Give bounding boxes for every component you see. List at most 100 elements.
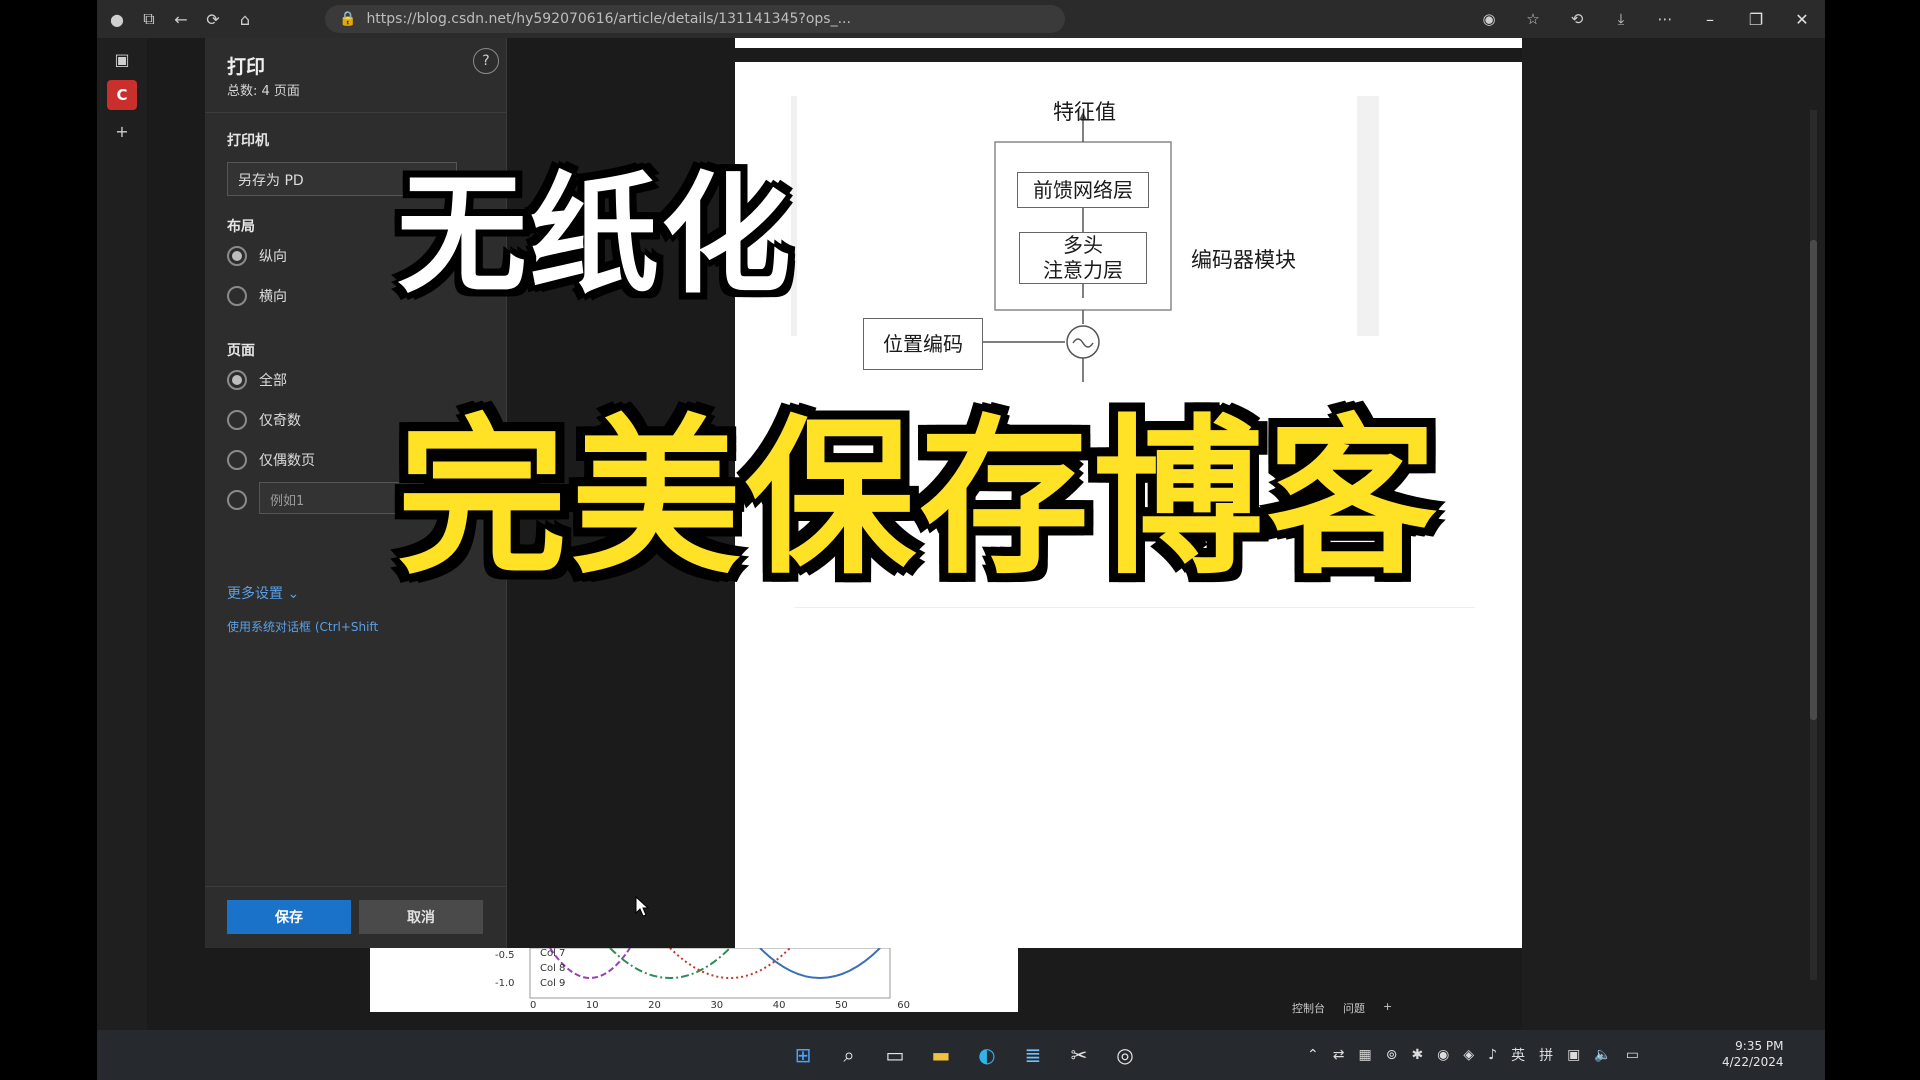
system-tray: ⌃ ⇄ ▦ ⊚ ✱ ◉ ◈ ♪ 英 拼 ▣ 🔈 ▭ — [1307, 1045, 1639, 1065]
diagram-ffn-box: 前馈网络层 — [1017, 172, 1149, 208]
divider — [205, 886, 507, 887]
layout-portrait-radio[interactable]: 纵向 — [227, 246, 287, 266]
history-icon[interactable]: ⟲ — [1555, 10, 1599, 28]
diagram-mha-line2: 注意力层 — [1043, 258, 1123, 282]
tray-app-icon[interactable]: ⇄ — [1333, 1047, 1345, 1063]
download-icon[interactable]: ⤓ — [1599, 10, 1643, 28]
refresh-icon[interactable]: ⟳ — [201, 7, 225, 31]
x-tick: 0 — [530, 1000, 537, 1011]
overlay-caption-line1: 无纸化 — [397, 159, 794, 311]
more-icon[interactable]: ⋯ — [1643, 10, 1687, 28]
taskbar: ⊞ ⌕ ▭ ▬ ◐ ≣ ✂ ◎ ⌃ ⇄ ▦ ⊚ ✱ ◉ ◈ ♪ 英 拼 ▣ 🔈 … — [97, 1030, 1825, 1080]
more-settings-link[interactable]: 更多设置 ⌄ — [227, 583, 299, 603]
layout-landscape-label: 横向 — [259, 289, 287, 305]
diagram-mha-box: 多头 注意力层 — [1019, 232, 1147, 284]
volume-icon[interactable]: 🔈 — [1594, 1047, 1611, 1063]
vertical-tab-strip: ▣ C + — [97, 38, 147, 1030]
radio-selected-icon — [227, 246, 247, 266]
help-icon[interactable]: ? — [473, 48, 499, 74]
address-bar[interactable]: 🔒 https://blog.csdn.net/hy592070616/arti… — [325, 5, 1065, 33]
clock-date: 4/22/2024 — [1722, 1055, 1784, 1069]
tray-app-icon[interactable]: ◈ — [1463, 1047, 1474, 1063]
new-tab-icon[interactable]: + — [107, 116, 137, 146]
scrollbar-thumb[interactable] — [1810, 240, 1817, 720]
devtools-tabs: 控制台 问题 + — [1292, 1000, 1392, 1016]
workspaces-icon[interactable]: ⧉ — [137, 7, 161, 31]
tab-issues[interactable]: 问题 — [1343, 1000, 1365, 1016]
legend-item: Col 7 — [540, 948, 566, 959]
ime-lang[interactable]: 英 — [1511, 1045, 1525, 1065]
extension-icon[interactable]: ◉ — [1467, 10, 1511, 28]
x-tick: 60 — [897, 1000, 910, 1011]
back-icon[interactable]: ← — [169, 7, 193, 31]
cancel-button[interactable]: 取消 — [359, 900, 483, 934]
search-icon[interactable]: ⌕ — [833, 1039, 865, 1071]
total-pages: 总数: 4 页面 — [227, 84, 300, 99]
radio-icon — [227, 410, 247, 430]
minimize-icon[interactable]: – — [1687, 10, 1733, 29]
x-tick: 20 — [648, 1000, 661, 1011]
close-icon[interactable]: ✕ — [1779, 10, 1825, 29]
restore-icon[interactable]: ❐ — [1733, 10, 1779, 29]
more-settings-label: 更多设置 — [227, 586, 283, 602]
tray-app-icon[interactable]: ◉ — [1437, 1047, 1449, 1063]
system-dialog-link[interactable]: 使用系统对话框 (Ctrl+Shift — [227, 618, 378, 635]
divider — [205, 112, 507, 113]
layout-landscape-radio[interactable]: 横向 — [227, 286, 287, 306]
chevron-down-icon: ⌄ — [287, 586, 300, 602]
mouse-cursor-icon — [635, 896, 649, 917]
diagram-mha-line1: 多头 — [1063, 233, 1103, 257]
notepad-icon[interactable]: ≣ — [1017, 1039, 1049, 1071]
task-view-icon[interactable]: ▭ — [879, 1039, 911, 1071]
add-tab-icon[interactable]: + — [1383, 1000, 1392, 1016]
tab-actions-icon[interactable]: ▣ — [107, 44, 137, 74]
previous-page-edge — [735, 38, 1522, 48]
mic-icon[interactable]: ♪ — [1488, 1047, 1497, 1063]
battery-icon[interactable]: ▭ — [1626, 1047, 1639, 1063]
pages-all-label: 全部 — [259, 373, 287, 389]
edge-icon[interactable]: ◐ — [971, 1039, 1003, 1071]
network-icon[interactable]: ▣ — [1567, 1047, 1580, 1063]
pages-all-radio[interactable]: 全部 — [227, 370, 287, 390]
windows-start-icon[interactable]: ⊞ — [787, 1039, 819, 1071]
lock-icon: 🔒 — [339, 11, 357, 27]
home-icon[interactable]: ⌂ — [233, 7, 257, 31]
print-title: 打印 — [227, 56, 266, 78]
tray-chevron-icon[interactable]: ⌃ — [1307, 1047, 1319, 1063]
x-tick: 10 — [585, 1000, 599, 1011]
address-url: https://blog.csdn.net/hy592070616/articl… — [366, 11, 851, 27]
clock[interactable]: 9:35 PM 4/22/2024 — [1722, 1038, 1784, 1070]
tray-app-icon[interactable]: ✱ — [1411, 1047, 1423, 1063]
background-chart: Col 7 Col 8 Col 9 -0.5 -1.0 0 10 20 30 4… — [370, 948, 1018, 1012]
y-tick: -0.5 — [495, 950, 515, 961]
file-explorer-icon[interactable]: ▬ — [925, 1039, 957, 1071]
pages-odd-label: 仅奇数 — [259, 413, 301, 429]
chart-legend: Col 7 Col 8 Col 9 — [540, 946, 565, 991]
profile-icon[interactable]: ● — [105, 7, 129, 31]
overlay-caption-line2: 完美保存博客 — [397, 400, 1442, 598]
collections-icon[interactable]: ☆ — [1511, 10, 1555, 28]
save-button[interactable]: 保存 — [227, 900, 351, 934]
pages-even-radio[interactable]: 仅偶数页 — [227, 450, 315, 470]
tab-console[interactable]: 控制台 — [1292, 1000, 1325, 1016]
tray-app-icon[interactable]: ▦ — [1358, 1047, 1371, 1063]
pages-even-label: 仅偶数页 — [259, 453, 315, 469]
clock-time: 9:35 PM — [1735, 1039, 1784, 1053]
diagram-ffn-label: 前馈网络层 — [1033, 177, 1133, 202]
printer-label: 打印机 — [227, 133, 269, 149]
tray-app-icon[interactable]: ⊚ — [1386, 1047, 1398, 1063]
taskbar-apps: ⊞ ⌕ ▭ ▬ ◐ ≣ ✂ ◎ — [787, 1039, 1141, 1071]
radio-icon — [227, 490, 247, 510]
pages-odd-radio[interactable]: 仅奇数 — [227, 410, 301, 430]
devtools-panel — [1522, 38, 1825, 1030]
diagram-pos-label: 位置编码 — [883, 331, 963, 356]
page-text-line — [795, 607, 1475, 608]
recorder-icon[interactable]: ◎ — [1109, 1039, 1141, 1071]
ime-mode[interactable]: 拼 — [1539, 1045, 1553, 1065]
diagram-top-label: 特征值 — [1053, 100, 1116, 124]
layout-portrait-label: 纵向 — [259, 249, 287, 265]
pages-custom-radio[interactable] — [227, 490, 259, 510]
capcut-icon[interactable]: ✂ — [1063, 1039, 1095, 1071]
csdn-tab-icon[interactable]: C — [107, 80, 137, 110]
toolbar-right: ◉ ☆ ⟲ ⤓ ⋯ – ❐ ✕ — [1467, 0, 1825, 38]
